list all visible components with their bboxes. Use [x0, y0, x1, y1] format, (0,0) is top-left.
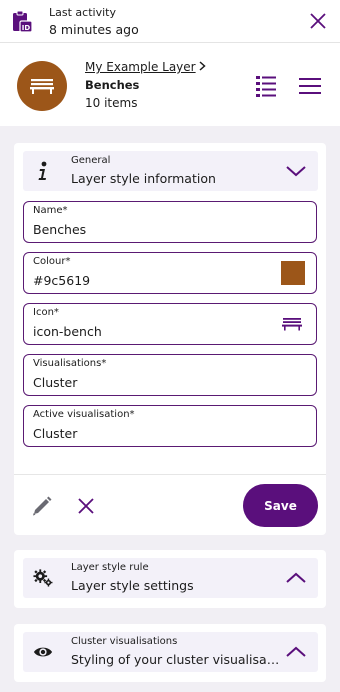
layer-style-rule-card: Layer style rule Layer style settings — [14, 550, 326, 608]
cancel-icon — [78, 498, 94, 514]
content-area: General Layer style information Name* Be… — [0, 126, 340, 692]
layer-style-rule-accordion-header[interactable]: Layer style rule Layer style settings — [23, 558, 318, 598]
chevron-down-icon — [285, 161, 307, 181]
general-section-label: General — [71, 155, 111, 166]
layer-header: My Example Layer Benches 10 items — [0, 44, 340, 126]
chevron-up-icon — [285, 642, 307, 662]
hamburger-menu-icon — [299, 78, 321, 94]
pencil-icon — [33, 496, 52, 516]
visualisations-field-label: Visualisations* — [33, 358, 107, 369]
close-button[interactable] — [305, 8, 331, 34]
save-button[interactable]: Save — [243, 484, 318, 527]
breadcrumb-label: My Example Layer — [85, 60, 196, 74]
colour-field[interactable]: Colour* #9c5619 — [23, 252, 317, 294]
visualisations-field-value: Cluster — [33, 375, 78, 390]
active-visualisation-field[interactable]: Active visualisation* Cluster — [23, 405, 317, 447]
list-view-button[interactable] — [255, 75, 277, 97]
svg-text:ID: ID — [22, 24, 31, 32]
gears-icon — [33, 568, 53, 588]
layer-style-rule-label: Layer style rule — [71, 562, 149, 573]
colour-field-value: #9c5619 — [33, 273, 91, 288]
general-card: General Layer style information Name* Be… — [14, 143, 326, 535]
icon-field[interactable]: Icon* icon-bench — [23, 303, 317, 345]
cluster-visualisations-card: Cluster visualisations Styling of your c… — [14, 624, 326, 682]
chevron-right-icon — [199, 60, 206, 74]
layer-style-rule-title: Layer style settings — [71, 578, 194, 593]
general-accordion-header[interactable]: General Layer style information — [23, 151, 318, 191]
bench-icon — [282, 316, 302, 331]
last-activity-label: Last activity — [49, 6, 116, 19]
icon-field-label: Icon* — [33, 307, 59, 318]
name-field-value: Benches — [33, 222, 87, 237]
chevron-up-icon — [285, 568, 307, 588]
active-visualisation-field-value: Cluster — [33, 426, 78, 441]
icon-field-value: icon-bench — [33, 324, 102, 339]
close-icon — [310, 13, 326, 29]
top-bar: ID Last activity 8 minutes ago — [0, 0, 340, 43]
info-icon — [33, 161, 53, 181]
divider — [14, 474, 326, 475]
cancel-button[interactable] — [77, 497, 95, 515]
visualisations-field[interactable]: Visualisations* Cluster — [23, 354, 317, 396]
clipboard-id-icon: ID — [11, 10, 33, 34]
list-view-icon — [256, 76, 276, 97]
edit-button[interactable] — [31, 495, 53, 517]
eye-icon — [33, 642, 53, 662]
colour-swatch[interactable] — [281, 261, 305, 285]
breadcrumb-layer-link[interactable]: My Example Layer — [85, 60, 206, 74]
layer-avatar — [17, 61, 67, 111]
cluster-visualisations-accordion-header[interactable]: Cluster visualisations Styling of your c… — [23, 632, 318, 672]
active-visualisation-field-label: Active visualisation* — [33, 409, 135, 420]
general-section-title: Layer style information — [71, 171, 216, 186]
bench-icon — [30, 79, 54, 94]
last-activity-value: 8 minutes ago — [49, 22, 139, 37]
cluster-visualisations-title: Styling of your cluster visualisatio... — [71, 652, 281, 667]
colour-field-label: Colour* — [33, 256, 71, 267]
cluster-visualisations-label: Cluster visualisations — [71, 636, 178, 647]
layer-name: Benches — [85, 78, 140, 92]
name-field-label: Name* — [33, 205, 68, 216]
item-count: 10 items — [85, 96, 138, 110]
name-field[interactable]: Name* Benches — [23, 201, 317, 243]
menu-button[interactable] — [299, 77, 321, 95]
